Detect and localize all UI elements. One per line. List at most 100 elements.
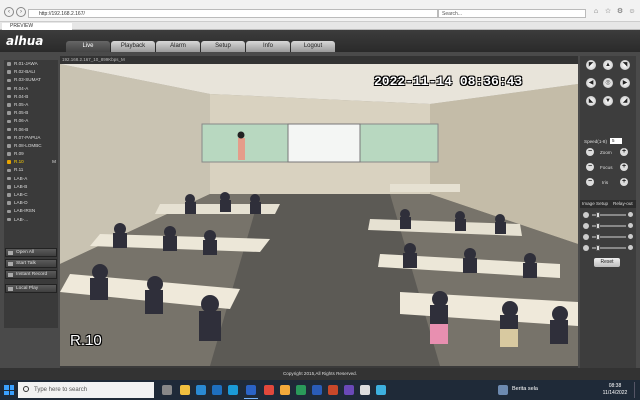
zoom-in-button[interactable]: +: [620, 148, 628, 156]
saturation-reset-icon[interactable]: [628, 234, 633, 239]
file-explorer-icon[interactable]: [180, 385, 190, 395]
menu-playback[interactable]: Playback: [111, 41, 155, 52]
live-video-feed[interactable]: 2022-11-14 08:36:43 R.10: [60, 64, 578, 366]
task-view-icon[interactable]: [162, 385, 172, 395]
hue-icon: [583, 245, 589, 251]
brightness-reset-icon[interactable]: [628, 212, 633, 217]
iris-open-button[interactable]: +: [620, 178, 628, 186]
ptz-down-right-button[interactable]: ◢: [620, 96, 630, 106]
zoom-out-button[interactable]: −: [586, 148, 594, 156]
channel-item[interactable]: R.11: [4, 166, 58, 174]
forward-button[interactable]: ›: [16, 7, 26, 17]
channel-item[interactable]: R.04-B: [4, 93, 58, 101]
speed-select[interactable]: 5: [610, 138, 622, 144]
word-icon[interactable]: [312, 385, 322, 395]
iris-close-button[interactable]: −: [586, 178, 594, 186]
address-bar[interactable]: http://192.168.2.167/: [28, 9, 438, 18]
menu-logout[interactable]: Logout: [291, 41, 335, 52]
home-icon[interactable]: ⌂: [592, 8, 600, 16]
menu-alarm[interactable]: Alarm: [156, 41, 200, 52]
channel-item[interactable]: R.04-A: [4, 85, 58, 93]
copyright-footer: Copyright 2015,All Rights Reserved.: [0, 368, 640, 380]
focus-out-button[interactable]: −: [586, 163, 594, 171]
show-desktop-button[interactable]: [634, 382, 638, 398]
channel-item[interactable]: R.10 M: [4, 158, 58, 166]
tab-image-setup[interactable]: Image Setup: [582, 200, 608, 208]
excel-icon[interactable]: [296, 385, 306, 395]
back-button[interactable]: ‹: [4, 7, 14, 17]
channel-item[interactable]: LAB-IRSN: [4, 207, 58, 215]
channel-item[interactable]: R.06-A: [4, 117, 58, 125]
hue-reset-icon[interactable]: [628, 245, 633, 250]
main-stream-badge: M: [52, 159, 56, 165]
chrome-icon[interactable]: [264, 385, 274, 395]
menu-info[interactable]: Info: [246, 41, 290, 52]
slider-handle[interactable]: [596, 223, 600, 229]
slider-handle[interactable]: [596, 212, 600, 218]
channel-item[interactable]: R.09: [4, 150, 58, 158]
saturation-slider[interactable]: [592, 234, 626, 240]
hue-slider[interactable]: [592, 245, 626, 251]
channel-item[interactable]: R.02-BALI: [4, 68, 58, 76]
ptz-up-button[interactable]: ▲: [603, 60, 613, 70]
channel-item[interactable]: R.03-SUMAT: [4, 76, 58, 84]
slider-handle[interactable]: [596, 234, 600, 240]
app-icon[interactable]: [360, 385, 370, 395]
ptz-panel: ◤ ▲ ◥ ◀ ◎ ▶ ◣ ▼ ◢ Speed(1-8) 5 − Zoom + …: [580, 56, 636, 374]
system-clock[interactable]: 08:38 11/14/2022: [597, 383, 633, 397]
app-icon[interactable]: [376, 385, 386, 395]
channel-item[interactable]: LAB-B: [4, 183, 58, 191]
start-talk-button[interactable]: Start Talk: [5, 259, 57, 268]
zoom-label: Zoom: [600, 150, 612, 155]
channel-item[interactable]: LAB-...: [4, 216, 58, 224]
open-all-button[interactable]: Open All: [5, 248, 57, 257]
channel-item[interactable]: LAB-D: [4, 199, 58, 207]
ptz-down-button[interactable]: ▼: [603, 96, 613, 106]
osd-timestamp: 2022-11-14 08:36:43: [374, 74, 523, 89]
app-icon[interactable]: [344, 385, 354, 395]
contrast-reset-icon[interactable]: [628, 223, 633, 228]
play-icon: [8, 286, 13, 291]
browser-search-input[interactable]: Search...: [438, 9, 586, 18]
windows-start-icon[interactable]: [4, 385, 14, 395]
ptz-up-left-button[interactable]: ◤: [586, 60, 596, 70]
menu-live[interactable]: Live: [66, 41, 110, 52]
slider-handle[interactable]: [596, 245, 600, 251]
firefox-icon[interactable]: [280, 385, 290, 395]
taskbar-search-input[interactable]: Type here to search: [18, 382, 154, 398]
channel-item[interactable]: R.06-B: [4, 126, 58, 134]
weather-icon[interactable]: [498, 385, 508, 395]
powerpoint-icon[interactable]: [328, 385, 338, 395]
store-icon[interactable]: [212, 385, 222, 395]
search-icon: [23, 386, 29, 392]
channel-item[interactable]: R.07-PAPUA: [4, 134, 58, 142]
news-widget-text[interactable]: Berita sela: [512, 386, 538, 392]
tab-relay-out[interactable]: Relay-out: [613, 200, 633, 208]
channel-item[interactable]: R.01-JAWA: [4, 60, 58, 68]
settings-gear-icon[interactable]: ⚙: [616, 8, 624, 16]
menu-setup[interactable]: Setup: [201, 41, 245, 52]
channel-item[interactable]: LAB-A: [4, 175, 58, 183]
channel-item[interactable]: R.08-LOMBC: [4, 142, 58, 150]
edge-icon[interactable]: [228, 385, 238, 395]
favorites-icon[interactable]: ☆: [604, 8, 612, 16]
smiley-icon[interactable]: ☺: [628, 8, 636, 16]
ptz-down-left-button[interactable]: ◣: [586, 96, 596, 106]
ptz-center-button[interactable]: ◎: [603, 78, 613, 88]
ptz-left-button[interactable]: ◀: [586, 78, 596, 88]
instant-record-button[interactable]: Instant Record: [5, 270, 57, 279]
channel-item[interactable]: R.05-B: [4, 109, 58, 117]
brightness-slider[interactable]: [592, 212, 626, 218]
channel-item[interactable]: LAB-C: [4, 191, 58, 199]
browser-tab[interactable]: PREVIEW: [2, 23, 72, 30]
ptz-up-right-button[interactable]: ◥: [620, 60, 630, 70]
ptz-right-button[interactable]: ▶: [620, 78, 630, 88]
mail-icon[interactable]: [196, 385, 206, 395]
reset-button[interactable]: Reset: [594, 258, 620, 267]
local-play-button[interactable]: Local Play: [5, 284, 57, 293]
contrast-slider[interactable]: [592, 223, 626, 229]
channel-item[interactable]: R.05-A: [4, 101, 58, 109]
internet-explorer-icon[interactable]: [244, 385, 258, 399]
browser-toolbar: ‹ › http://192.168.2.167/ Search... ⌂ ☆ …: [0, 0, 640, 22]
focus-in-button[interactable]: +: [620, 163, 628, 171]
